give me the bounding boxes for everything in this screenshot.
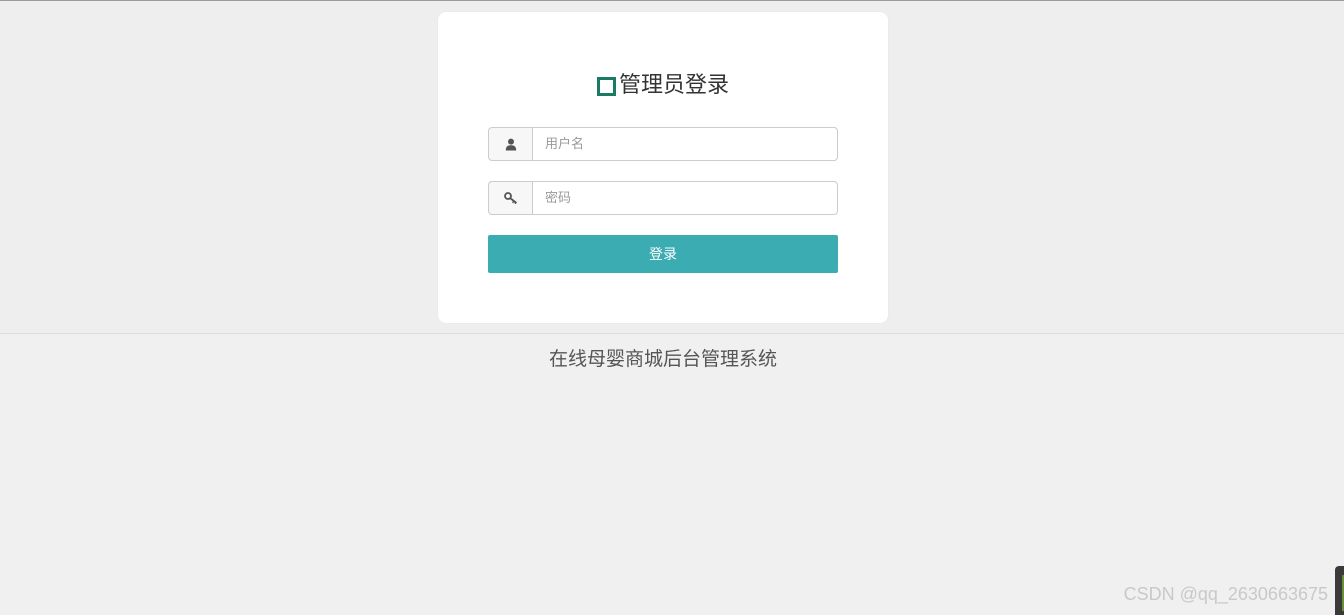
username-input[interactable]	[532, 127, 838, 161]
password-input[interactable]	[532, 181, 838, 215]
login-title: 管理员登录	[438, 72, 888, 100]
username-group	[488, 127, 838, 161]
password-group	[488, 181, 838, 215]
user-icon	[488, 127, 532, 161]
square-icon	[596, 76, 616, 96]
login-title-text: 管理员登录	[618, 73, 729, 98]
login-card: 管理员登录 登录	[438, 12, 888, 323]
watermark: CSDN @qq_2630663675	[1123, 584, 1328, 604]
login-button[interactable]: 登录	[488, 235, 838, 273]
key-icon	[488, 181, 532, 215]
divider	[0, 333, 1344, 334]
system-name: 在线母婴商城后台管理系统	[548, 348, 777, 370]
